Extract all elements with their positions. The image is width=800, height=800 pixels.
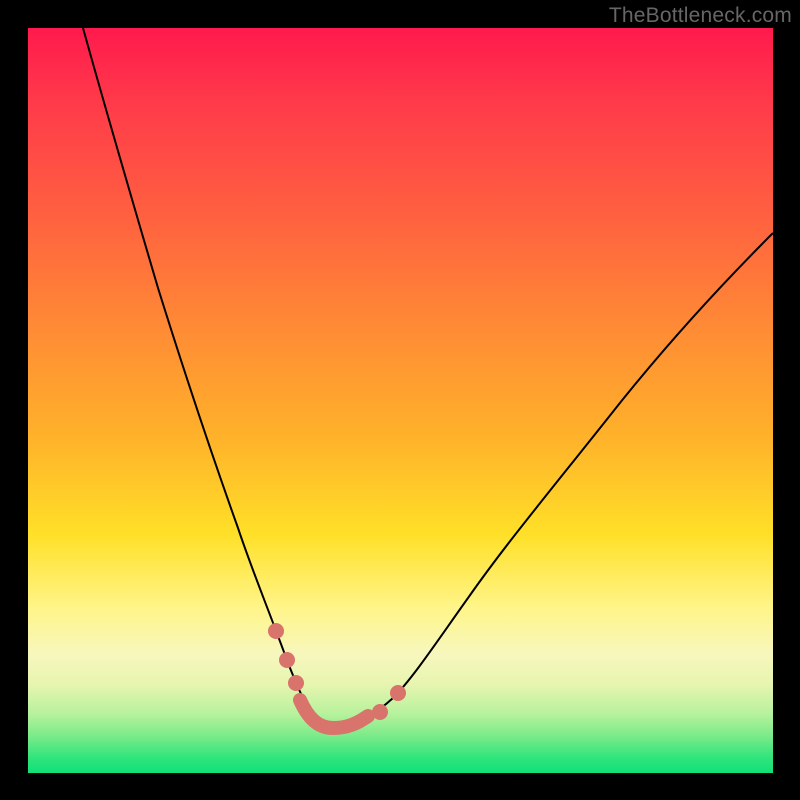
curve-svg — [28, 28, 773, 773]
bead-left-1 — [268, 623, 284, 639]
chart-frame: TheBottleneck.com — [0, 0, 800, 800]
bead-left-3 — [288, 675, 304, 691]
bead-right-2 — [390, 685, 406, 701]
bottleneck-curve — [83, 28, 773, 727]
floor-bead-stroke — [300, 700, 368, 728]
plot-area — [28, 28, 773, 773]
bead-right-1 — [372, 704, 388, 720]
bead-left-2 — [279, 652, 295, 668]
watermark-text: TheBottleneck.com — [609, 4, 792, 28]
